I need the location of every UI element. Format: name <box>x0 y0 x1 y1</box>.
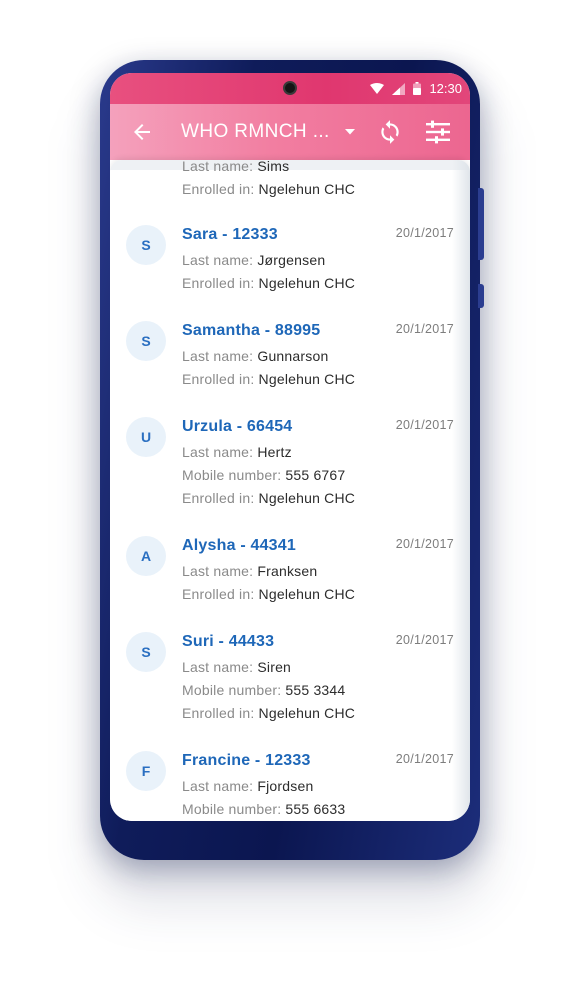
list-item[interactable]: S Suri - 44433 20/1/2017 Last name: Sire… <box>110 630 470 742</box>
filter-icon <box>425 120 451 149</box>
item-date: 20/1/2017 <box>395 752 454 766</box>
power-button <box>478 284 484 308</box>
last-name-line: Last name: Gunnarson <box>182 348 329 364</box>
enrolled-line: Enrolled in: Ngelehun CHC <box>182 490 356 506</box>
item-title: Urzula - 66454 <box>182 418 293 435</box>
item-title: Francine - 12333 <box>182 752 311 769</box>
status-bar: 12:30 <box>110 73 470 104</box>
avatar: U <box>126 417 166 457</box>
item-title: Alysha - 44341 <box>182 537 296 554</box>
item-title: Samantha - 88995 <box>182 322 321 339</box>
item-date: 20/1/2017 <box>395 418 454 432</box>
status-time: 12:30 <box>429 81 462 96</box>
item-title: Suri - 44433 <box>182 633 275 650</box>
battery-icon <box>413 82 422 95</box>
avatar: A <box>126 536 166 576</box>
filter-button[interactable] <box>425 119 451 145</box>
list-item[interactable]: S Samantha - 88995 20/1/2017 Last name: … <box>110 319 470 409</box>
avatar: F <box>126 751 166 791</box>
enrolled-line: Enrolled in: Ngelehun CHC <box>182 705 356 721</box>
list-item[interactable]: A Alysha - 44341 20/1/2017 Last name: Fr… <box>110 534 470 624</box>
last-name-line: Last name: Sims <box>182 160 290 174</box>
item-date: 20/1/2017 <box>395 537 454 551</box>
program-selector[interactable]: WHO RMNCH ... <box>181 104 356 160</box>
app-bar: WHO RMNCH ... <box>110 104 470 160</box>
avatar: S <box>126 321 166 361</box>
mobile-line: Mobile number: 555 6767 <box>182 467 346 483</box>
list-item-partial[interactable]: Last name: Sims Enrolled in: Ngelehun CH… <box>110 160 470 208</box>
list-item[interactable]: F Francine - 12333 20/1/2017 Last name: … <box>110 749 470 821</box>
mobile-line: Mobile number: 555 6633 <box>182 801 346 817</box>
last-name-line: Last name: Fjordsen <box>182 778 314 794</box>
last-name-line: Last name: Jørgensen <box>182 252 326 268</box>
enrolled-line: Enrolled in: Ngelehun CHC <box>182 371 356 387</box>
item-date: 20/1/2017 <box>395 226 454 240</box>
app-title: WHO RMNCH ... <box>181 121 330 142</box>
volume-button <box>478 188 484 260</box>
caret-down-icon <box>344 123 356 141</box>
arrow-back-icon <box>130 124 154 148</box>
avatar: S <box>126 225 166 265</box>
signal-icon <box>392 82 406 95</box>
list-item[interactable]: U Urzula - 66454 20/1/2017 Last name: He… <box>110 415 470 527</box>
phone-frame: 12:30 WHO RMNCH ... Last name: Sims Enro… <box>100 60 484 860</box>
results-list[interactable]: Last name: Sims Enrolled in: Ngelehun CH… <box>110 160 470 821</box>
avatar: S <box>126 632 166 672</box>
sync-button[interactable] <box>377 119 403 145</box>
enrolled-line: Enrolled in: Ngelehun CHC <box>182 586 356 602</box>
last-name-line: Last name: Franksen <box>182 563 318 579</box>
list-item[interactable]: S Sara - 12333 20/1/2017 Last name: Jørg… <box>110 223 470 313</box>
status-icons: 12:30 <box>370 73 462 104</box>
item-date: 20/1/2017 <box>395 322 454 336</box>
screen: 12:30 WHO RMNCH ... Last name: Sims Enro… <box>110 73 470 821</box>
last-name-line: Last name: Siren <box>182 659 292 675</box>
mobile-line: Mobile number: 555 3344 <box>182 682 346 698</box>
sync-icon <box>377 120 403 149</box>
item-date: 20/1/2017 <box>395 633 454 647</box>
item-title: Sara - 12333 <box>182 226 278 243</box>
last-name-line: Last name: Hertz <box>182 444 292 460</box>
back-button[interactable] <box>130 120 154 144</box>
front-camera <box>283 81 297 95</box>
enrolled-line: Enrolled in: Ngelehun CHC <box>182 181 356 197</box>
wifi-icon <box>370 82 385 95</box>
enrolled-line: Enrolled in: Ngelehun CHC <box>182 275 356 291</box>
